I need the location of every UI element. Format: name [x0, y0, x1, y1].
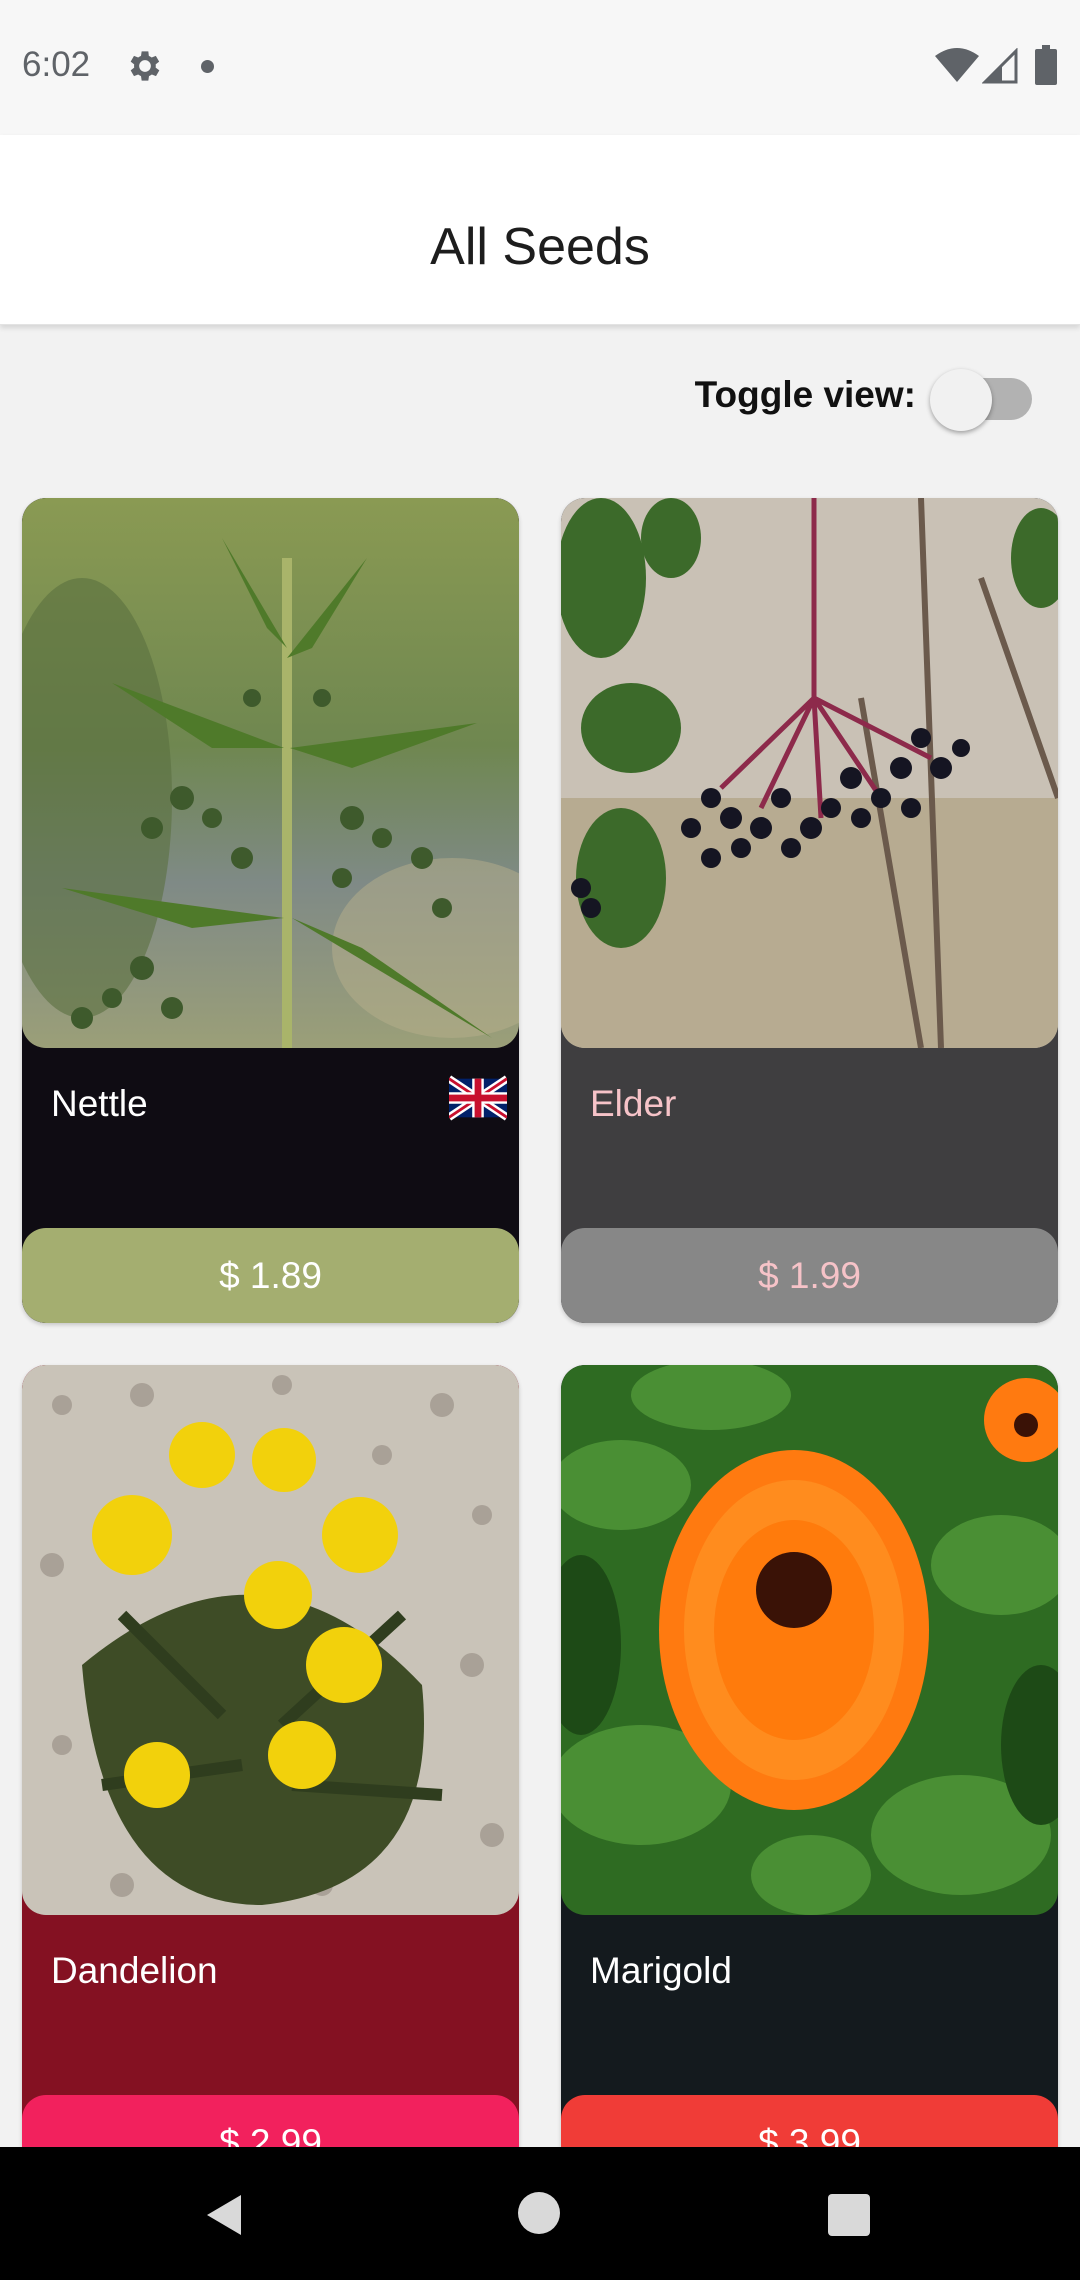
wifi-icon [935, 48, 979, 82]
cellular-signal-icon [982, 48, 1018, 84]
battery-icon [1035, 45, 1057, 85]
navigation-bar [0, 2147, 1080, 2280]
dandelion-photo [22, 1365, 519, 1915]
marigold-photo [561, 1365, 1058, 1915]
recents-square-icon[interactable] [828, 2194, 870, 2236]
price-button[interactable]: $ 1.99 [561, 1228, 1058, 1323]
seed-name: Nettle [51, 1083, 148, 1124]
uk-flag-icon [449, 1075, 507, 1121]
seed-name: Dandelion [51, 1950, 218, 1991]
back-triangle-icon[interactable] [203, 2193, 247, 2237]
settings-gear-icon [130, 51, 160, 81]
seed-card-dandelion[interactable]: Dandelion $ 2.99 [22, 1365, 519, 2190]
home-circle-icon[interactable] [518, 2192, 560, 2234]
status-time: 6:02 [22, 45, 91, 84]
price-button[interactable]: $ 1.89 [22, 1228, 519, 1323]
toggle-view-switch[interactable] [930, 360, 1040, 431]
notification-dot-icon [201, 60, 214, 73]
nettle-plant-photo [22, 498, 519, 1048]
seed-card-nettle[interactable]: Nettle $ 1.89 [22, 498, 519, 1323]
toggle-view-label: Toggle view: [694, 374, 916, 415]
screen: 6:02 All Seeds Toggle view: Nettle $ 1.8… [0, 0, 1080, 2280]
switch-thumb [930, 369, 992, 431]
seed-name: Elder [590, 1083, 677, 1124]
seed-name: Marigold [590, 1950, 732, 1991]
page-title: All Seeds [430, 218, 650, 276]
seed-card-elder[interactable]: Elder $ 1.99 [561, 498, 1058, 1323]
toggle-view-row: Toggle view: [694, 360, 1040, 431]
status-bar: 6:02 [0, 0, 1080, 135]
seed-card-marigold[interactable]: Marigold $ 3.99 [561, 1365, 1058, 2190]
elderberry-photo [561, 498, 1058, 1048]
app-bar: All Seeds [0, 135, 1080, 325]
